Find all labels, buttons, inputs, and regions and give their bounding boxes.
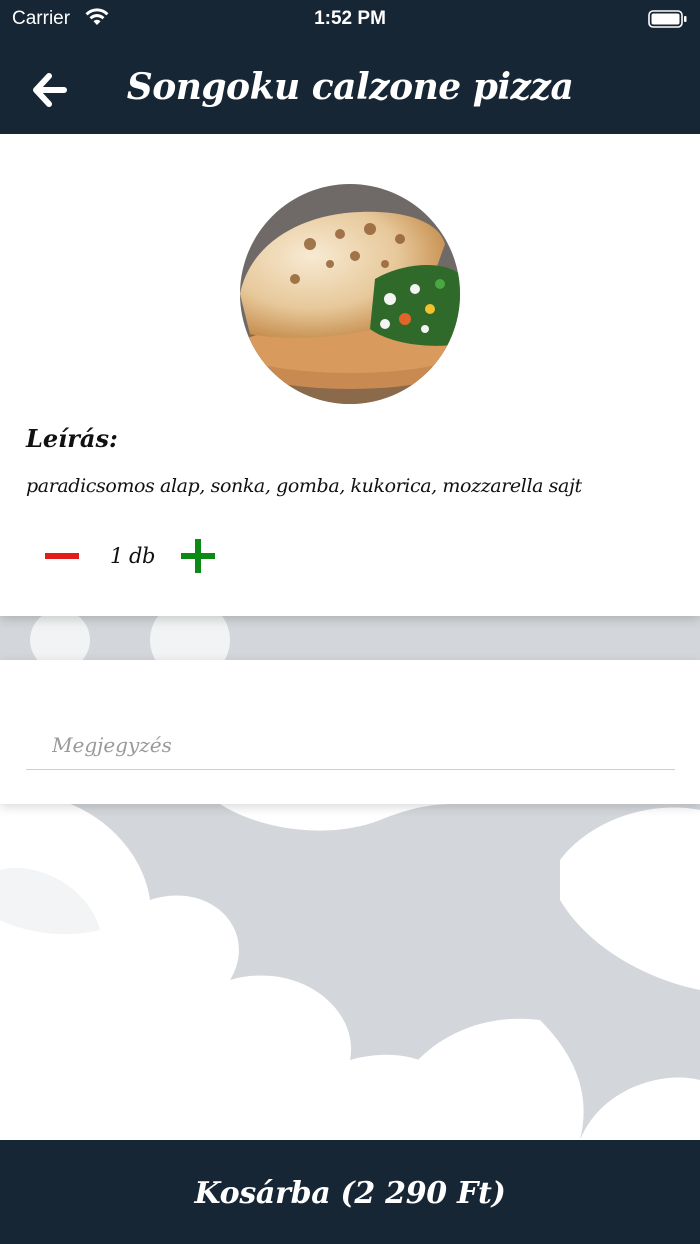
product-card: Leírás: paradicsomos alap, sonka, gomba,… bbox=[0, 134, 700, 616]
decrease-quantity-button[interactable] bbox=[42, 534, 82, 578]
status-bar: Carrier 1:52 PM bbox=[0, 0, 700, 38]
product-image bbox=[240, 184, 460, 404]
quantity-label: 1 db bbox=[110, 544, 155, 568]
clock: 1:52 PM bbox=[314, 8, 386, 29]
plus-icon bbox=[181, 539, 215, 573]
increase-quantity-button[interactable] bbox=[178, 536, 218, 576]
add-to-cart-button[interactable]: Kosárba (2 290 Ft) bbox=[0, 1140, 700, 1244]
page-title: Songoku calzone pizza bbox=[126, 66, 574, 108]
add-to-cart-label: Kosárba (2 290 Ft) bbox=[194, 1176, 506, 1211]
description-text: paradicsomos alap, sonka, gomba, kukoric… bbox=[26, 475, 582, 497]
note-card bbox=[0, 660, 700, 804]
description-heading: Leírás: bbox=[26, 424, 118, 453]
battery-icon bbox=[648, 9, 688, 35]
navigation-bar: Songoku calzone pizza bbox=[0, 38, 700, 134]
minus-icon bbox=[45, 553, 79, 559]
note-input[interactable] bbox=[26, 720, 675, 770]
